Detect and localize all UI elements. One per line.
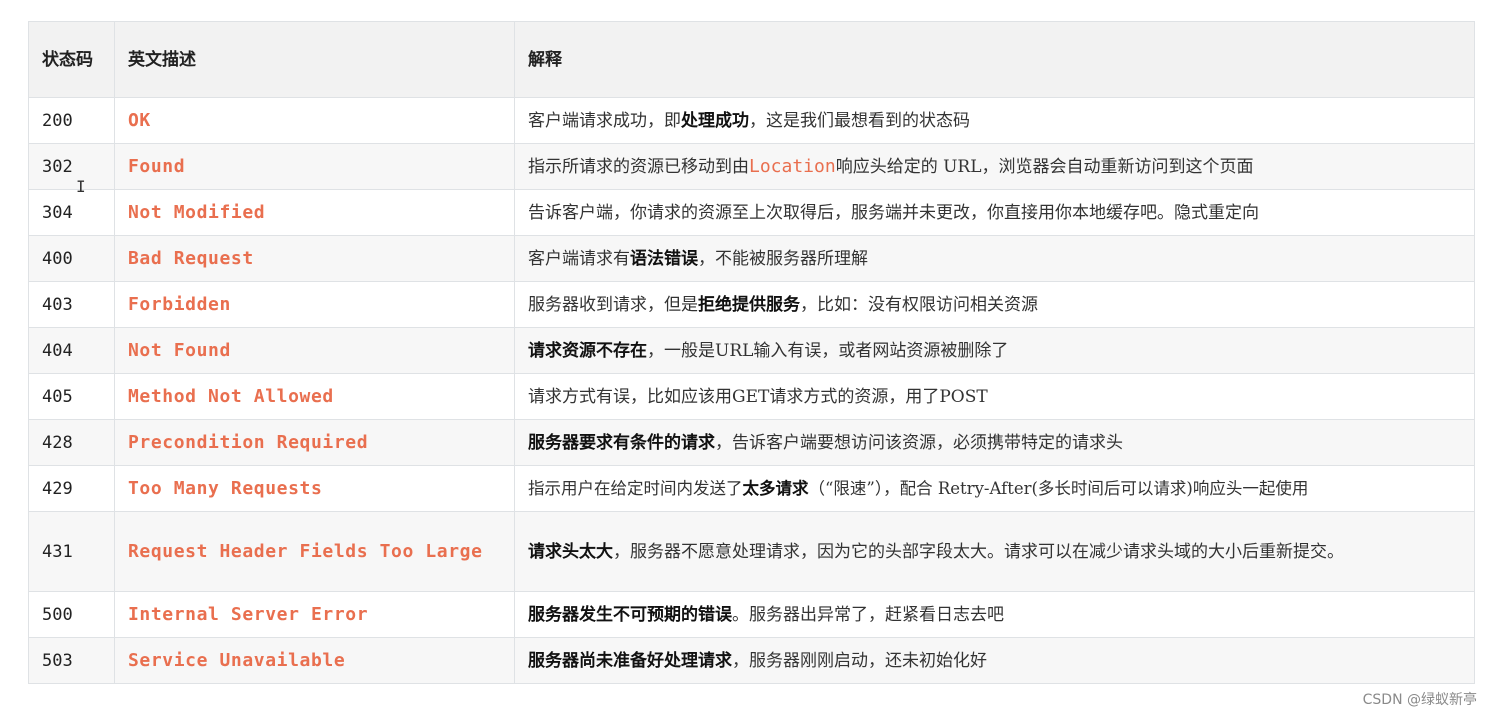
table-row: 503 Service Unavailable 服务器尚未准备好处理请求，服务器… <box>28 637 1475 684</box>
table-row: 400 Bad Request 客户端请求有语法错误，不能被服务器所理解 <box>28 235 1475 282</box>
status-code-cell: 429 <box>28 465 115 512</box>
status-name-cell: Not Found <box>114 327 515 374</box>
desc-text: ，服务器刚刚启动，还未初始化好 <box>732 650 987 671</box>
table-row: 200 OK 客户端请求成功，即处理成功，这是我们最想看到的状态码 <box>28 97 1475 144</box>
desc-bold-text: 服务器尚未准备好处理请求 <box>528 650 732 671</box>
status-description-cell: 指示用户在给定时间内发送了太多请求（“限速”），配合 Retry-After(多… <box>514 465 1475 512</box>
desc-bold-text: 处理成功 <box>681 110 749 131</box>
desc-text: 请求方式有误，比如应该用GET请求方式的资源，用了POST <box>528 386 988 407</box>
status-code-cell: 405 <box>28 373 115 420</box>
status-code-cell: 428 <box>28 419 115 466</box>
status-name-cell: Bad Request <box>114 235 515 282</box>
status-code-cell: 403 <box>28 281 115 328</box>
table-row: 404 Not Found 请求资源不存在，一般是URL输入有误，或者网站资源被… <box>28 327 1475 374</box>
desc-bold-text: 语法错误 <box>630 248 698 269</box>
text-cursor-icon: I <box>76 177 86 196</box>
table-row: 428 Precondition Required 服务器要求有条件的请求，告诉… <box>28 419 1475 466</box>
status-description-cell: 服务器要求有条件的请求，告诉客户端要想访问该资源，必须携带特定的请求头 <box>514 419 1475 466</box>
desc-text: 客户端请求成功，即 <box>528 110 681 131</box>
status-description-cell: 请求方式有误，比如应该用GET请求方式的资源，用了POST <box>514 373 1475 420</box>
table-row: 302 Found 指示所请求的资源已移动到由Location响应头给定的 UR… <box>28 143 1475 190</box>
status-name-cell: OK <box>114 97 515 144</box>
watermark: CSDN @绿蚁新亭 <box>1362 692 1477 708</box>
desc-text: ，这是我们最想看到的状态码 <box>749 110 970 131</box>
table-row: 304 Not Modified 告诉客户端，你请求的资源至上次取得后，服务端并… <box>28 189 1475 236</box>
desc-bold-text: 太多请求 <box>742 478 809 498</box>
table-row: 431 Request Header Fields Too Large 请求头太… <box>28 511 1475 592</box>
status-code-cell: 404 <box>28 327 115 374</box>
status-name-cell: Method Not Allowed <box>114 373 515 420</box>
header-english-description: 英文描述 <box>114 21 515 98</box>
header-explanation: 解释 <box>514 21 1475 98</box>
desc-text: ，服务器不愿意处理请求，因为它的头部字段太大。请求可以在减少请求头域的大小后重新… <box>613 541 1344 562</box>
status-description-cell: 客户端请求成功，即处理成功，这是我们最想看到的状态码 <box>514 97 1475 144</box>
status-code-cell: 500 <box>28 591 115 638</box>
status-code-cell: 304 <box>28 189 115 236</box>
status-description-cell: 告诉客户端，你请求的资源至上次取得后，服务端并未更改，你直接用你本地缓存吧。隐式… <box>514 189 1475 236</box>
desc-text: 指示用户在给定时间内发送了 <box>528 478 743 498</box>
header-status-code: 状态码 <box>28 21 115 98</box>
status-description-cell: 请求资源不存在，一般是URL输入有误，或者网站资源被删除了 <box>514 327 1475 374</box>
status-code-cell: 302 <box>28 143 115 190</box>
desc-text: ，告诉客户端要想访问该资源，必须携带特定的请求头 <box>715 432 1123 453</box>
desc-text: （“限速”），配合 Retry-After(多长时间后可以请求)响应头一起使用 <box>808 478 1309 498</box>
status-name-cell: Request Header Fields Too Large <box>114 511 515 592</box>
desc-text: 。服务器出异常了，赶紧看日志去吧 <box>732 604 1004 625</box>
status-name-cell: Internal Server Error <box>114 591 515 638</box>
desc-text: ，一般是URL输入有误，或者网站资源被删除了 <box>647 340 1009 361</box>
table-header: 状态码 英文描述 解释 <box>28 21 1475 98</box>
status-description-cell: 服务器尚未准备好处理请求，服务器刚刚启动，还未初始化好 <box>514 637 1475 684</box>
desc-text: 告诉客户端，你请求的资源至上次取得后，服务端并未更改，你直接用你本地缓存吧。隐式… <box>528 202 1259 223</box>
desc-text: 指示所请求的资源已移动到由 <box>528 156 749 177</box>
status-description-cell: 指示所请求的资源已移动到由Location响应头给定的 URL，浏览器会自动重新… <box>514 143 1475 190</box>
status-name-cell: Forbidden <box>114 281 515 328</box>
desc-bold-text: 服务器发生不可预期的错误 <box>528 604 732 625</box>
status-code-cell: 200 <box>28 97 115 144</box>
desc-text: 服务器收到请求，但是 <box>528 294 698 315</box>
header-row: 状态码 英文描述 解释 <box>28 21 1475 98</box>
status-name-cell: Service Unavailable <box>114 637 515 684</box>
desc-bold-text: 请求资源不存在 <box>528 340 647 361</box>
status-description-cell: 服务器收到请求，但是拒绝提供服务，比如：没有权限访问相关资源 <box>514 281 1475 328</box>
status-name-cell: Too Many Requests <box>114 465 515 512</box>
status-code-table-container: 状态码 英文描述 解释 200 OK 客户端请求成功，即处理成功，这是我们最想看… <box>28 21 1475 684</box>
desc-bold-text: 请求头太大 <box>528 541 613 562</box>
status-description-cell: 客户端请求有语法错误，不能被服务器所理解 <box>514 235 1475 282</box>
desc-bold-text: 服务器要求有条件的请求 <box>528 432 715 453</box>
status-code-cell: 503 <box>28 637 115 684</box>
desc-inline-code: Location <box>749 155 836 177</box>
desc-text: 客户端请求有 <box>528 248 630 269</box>
status-code-cell: 431 <box>28 511 115 592</box>
table-row: 405 Method Not Allowed 请求方式有误，比如应该用GET请求… <box>28 373 1475 420</box>
status-code-cell: 400 <box>28 235 115 282</box>
desc-text: ，比如：没有权限访问相关资源 <box>800 294 1038 315</box>
desc-bold-text: 拒绝提供服务 <box>698 294 800 315</box>
status-description-cell: 服务器发生不可预期的错误。服务器出异常了，赶紧看日志去吧 <box>514 591 1475 638</box>
status-name-cell: Not Modified <box>114 189 515 236</box>
status-name-cell: Found <box>114 143 515 190</box>
status-name-cell: Precondition Required <box>114 419 515 466</box>
table-row: 429 Too Many Requests 指示用户在给定时间内发送了太多请求（… <box>28 465 1475 512</box>
desc-text: ，不能被服务器所理解 <box>698 248 868 269</box>
table-row: 403 Forbidden 服务器收到请求，但是拒绝提供服务，比如：没有权限访问… <box>28 281 1475 328</box>
status-description-cell: 请求头太大，服务器不愿意处理请求，因为它的头部字段太大。请求可以在减少请求头域的… <box>514 511 1475 592</box>
status-code-table: 状态码 英文描述 解释 200 OK 客户端请求成功，即处理成功，这是我们最想看… <box>28 21 1475 684</box>
table-row: 500 Internal Server Error 服务器发生不可预期的错误。服… <box>28 591 1475 638</box>
table-body: 200 OK 客户端请求成功，即处理成功，这是我们最想看到的状态码 302 Fo… <box>28 97 1475 684</box>
desc-text: 响应头给定的 URL，浏览器会自动重新访问到这个页面 <box>835 156 1254 177</box>
